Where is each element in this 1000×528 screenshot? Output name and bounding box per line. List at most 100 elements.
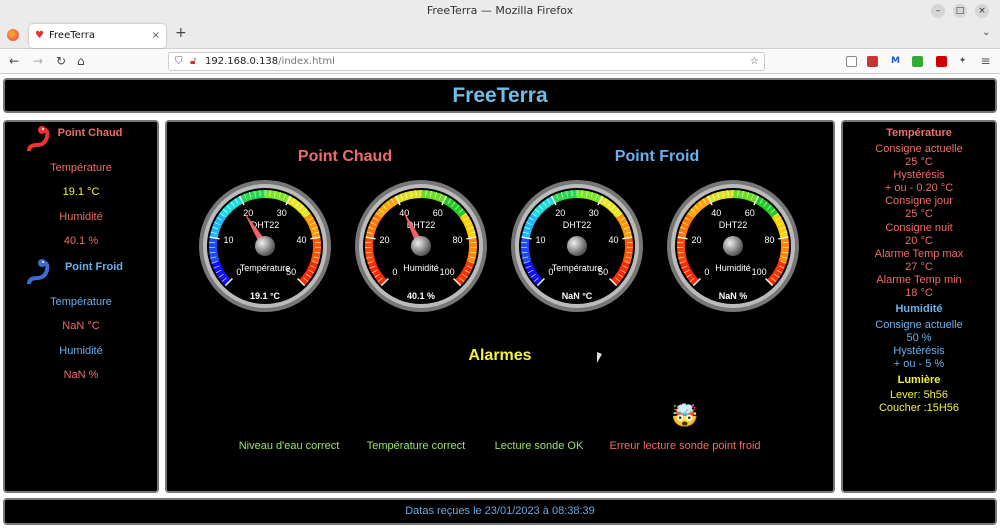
temp-settings-title: Température <box>886 127 952 139</box>
tab-bar: ♥ FreeTerra × + ⌄ <box>0 22 1000 49</box>
url-bar[interactable]: ⛉ 🔓︎ 192.168.0.138/index.html ☆ <box>168 52 765 71</box>
gauge-color-band <box>365 237 376 264</box>
light-settings-title: Lumière <box>897 374 941 386</box>
gauge-label: Température <box>552 263 603 273</box>
back-icon[interactable]: ← <box>9 53 19 69</box>
gauge-cold-humidity: 0 20 40 60 80 100 DHT22 Humidité NaN % <box>665 178 801 314</box>
gauge-tick-label: 40 <box>711 208 721 218</box>
page: FreeTerra Point Chaud Température 19.1 °… <box>0 75 1000 528</box>
alarm-3-icon: 🤯 <box>671 404 699 429</box>
tab-title: FreeTerra <box>49 30 95 41</box>
extension-icon[interactable] <box>867 56 878 67</box>
gauge-hot-temperature: 0 10 20 30 40 50 DHT22 Température 19.1 °C <box>197 178 333 314</box>
gauge-hot-humidity: 020406080100DHT22Humidité40.1 % <box>353 178 489 314</box>
gauge-color-band <box>521 237 532 264</box>
gauge-svg: 020406080100DHT22Humidité40.1 % <box>355 180 487 312</box>
close-window-icon[interactable]: × <box>975 4 989 18</box>
page-title: FreeTerra <box>452 84 548 107</box>
hum-setting-row: Hystérésis <box>893 345 945 357</box>
gauge-tick-label: 60 <box>745 208 755 218</box>
gauge-color-band <box>310 237 321 264</box>
gauge-readout: 19.1 °C <box>250 291 281 301</box>
home-icon[interactable]: ⌂ <box>77 53 85 69</box>
chevron-down-icon[interactable]: ⌄ <box>982 27 990 38</box>
gauge-label: Humidité <box>403 263 439 273</box>
forward-icon[interactable]: → <box>33 53 43 69</box>
gauge-hub <box>723 236 743 256</box>
alarms-title: Alarmes <box>468 347 532 364</box>
gauge-svg: 01020 304050DHT22TempératureNaN °C <box>511 180 643 312</box>
gauge-tick-label: 80 <box>453 235 463 245</box>
temp-setting-row: Consigne nuit <box>885 222 953 234</box>
gauge-color-band <box>677 237 688 264</box>
gauge-hub <box>567 236 587 256</box>
temp-setting-row: Consigne actuelle <box>875 143 963 155</box>
gauge-tick-label: 100 <box>440 267 455 277</box>
hot-temp-value: 19.1 °C <box>62 186 100 198</box>
gauge-tick-label: 30 <box>589 208 599 218</box>
center-gauges-panel: Point Chaud Point Froid 0 10 20 30 40 50 DHT22… <box>165 120 835 493</box>
browser-tab[interactable]: ♥ FreeTerra × <box>29 24 166 48</box>
navigation-bar: ← → ↻ ⌂ ⛉ 🔓︎ 192.168.0.138/index.html ☆ … <box>0 49 1000 74</box>
hot-hum-value: 40.1 % <box>63 235 99 247</box>
light-setting-row: Coucher :15H56 <box>878 402 960 414</box>
gauge-readout: NaN °C <box>562 291 593 301</box>
mouse-cursor-icon <box>597 352 602 363</box>
temp-setting-row: 25 °C <box>905 156 933 168</box>
shield-icon[interactable]: ⛉ <box>175 53 183 70</box>
alarm-3-label: Erreur lecture sonde point froid <box>609 440 761 452</box>
gauge-color-band <box>209 237 220 264</box>
cold-hum-value: NaN % <box>63 369 99 381</box>
gauge-tick-label: 10 <box>223 235 233 245</box>
pocket-icon[interactable] <box>846 56 857 67</box>
maximize-icon[interactable]: □ <box>953 4 967 18</box>
gauge-tick-label: 0 <box>392 267 397 277</box>
temp-setting-row: 25 °C <box>905 208 933 220</box>
minimize-icon[interactable]: – <box>931 4 945 18</box>
gauge-cold-temperature: 0 10 20 30 40 50 DHT22 Température NaN °C <box>509 178 645 314</box>
tab-favicon-icon: ♥ <box>35 30 44 41</box>
extension-green-icon[interactable] <box>912 56 923 67</box>
reload-icon[interactable]: ↻ <box>56 53 66 69</box>
ublock-icon[interactable] <box>936 56 947 67</box>
temp-setting-row: 27 °C <box>905 261 933 273</box>
temp-setting-row: Consigne jour <box>885 195 953 207</box>
temp-setting-row: + ou - 0.20 °C <box>884 182 954 194</box>
url-path: /index.html <box>278 56 335 67</box>
close-tab-icon[interactable]: × <box>152 24 160 48</box>
left-summary-panel: Point Chaud Température 19.1 °C Humidité… <box>3 120 159 493</box>
cold-hum-label: Humidité <box>59 345 103 357</box>
gauge-tick-label: 80 <box>765 235 775 245</box>
insecure-lock-icon[interactable]: 🔓︎ <box>190 53 196 70</box>
menu-icon[interactable]: ≡ <box>980 55 991 67</box>
gauge-label: Température <box>240 263 291 273</box>
gauge-tick-label: 20 <box>379 235 389 245</box>
temp-setting-row: Alarme Temp max <box>874 248 964 260</box>
window-title: FreeTerra — Mozilla Firefox <box>426 4 574 17</box>
firefox-icon[interactable] <box>7 29 19 41</box>
cold-point-title: Point Froid <box>64 261 124 273</box>
cold-temp-value: NaN °C <box>62 320 100 332</box>
hum-setting-row: 50 % <box>906 332 932 344</box>
hot-section-title: Point Chaud <box>297 148 393 165</box>
gauge-tick-label: 30 <box>277 208 287 218</box>
last-update-text: Datas reçues le 23/01/2023 à 08:38:39 <box>405 505 595 517</box>
gauge-tick-label: 40 <box>609 235 619 245</box>
extensions-puzzle-icon[interactable]: ✦ <box>957 56 968 67</box>
gauge-sensor-label: DHT22 <box>563 220 592 230</box>
new-tab-icon[interactable]: + <box>175 25 187 41</box>
gauge-color-band <box>622 237 633 264</box>
gauge-color-band <box>466 237 477 264</box>
gauge-hub <box>255 236 275 256</box>
hot-temp-label: Température <box>50 162 112 174</box>
gauge-readout: 40.1 % <box>407 291 435 301</box>
light-setting-row: Lever: 5h56 <box>889 389 949 401</box>
gauge-tick-label: 60 <box>433 208 443 218</box>
gauge-svg: 01020 304050DHT22Température19.1 °C <box>199 180 331 312</box>
gauge-hub <box>411 236 431 256</box>
temp-setting-row: Alarme Temp min <box>876 274 962 286</box>
bookmark-star-icon[interactable]: ☆ <box>750 53 759 70</box>
gauge-tick-label: 0 <box>704 267 709 277</box>
extension-m-icon[interactable]: M <box>890 56 901 67</box>
alarm-1-icon: 😎 <box>404 404 428 429</box>
